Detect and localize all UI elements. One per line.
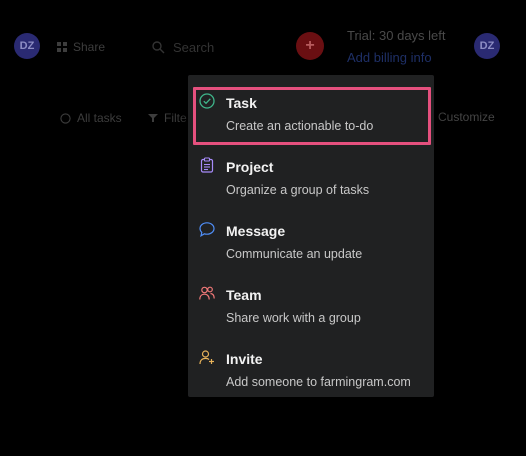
menu-item-description: Organize a group of tasks bbox=[226, 183, 370, 197]
share-label: Share bbox=[73, 40, 106, 54]
add-button[interactable]: + bbox=[296, 32, 324, 60]
user-avatar[interactable]: DZ bbox=[14, 33, 40, 59]
add-person-icon bbox=[199, 350, 214, 365]
menu-item-team[interactable]: Team Share work with a group bbox=[188, 273, 434, 337]
search-icon bbox=[152, 41, 165, 54]
menu-item-description: Add someone to farmingram.com bbox=[226, 375, 411, 389]
filter-label: Filte bbox=[164, 111, 187, 125]
create-menu: Task Create an actionable to-do Project … bbox=[188, 75, 434, 397]
clipboard-icon bbox=[200, 157, 214, 173]
chat-bubble-icon bbox=[199, 222, 215, 237]
filter-icon bbox=[148, 114, 158, 122]
menu-item-description: Create an actionable to-do bbox=[226, 119, 374, 133]
search-placeholder: Search bbox=[173, 40, 215, 55]
billing-link[interactable]: Add billing info bbox=[347, 50, 432, 65]
all-tasks-tab[interactable]: All tasks bbox=[60, 111, 122, 125]
check-circle-icon bbox=[60, 112, 71, 124]
app-window: DZ Share Search + Trial: 30 days left Ad… bbox=[0, 0, 526, 456]
menu-item-title: Message bbox=[226, 223, 286, 239]
customize-button[interactable]: Customize bbox=[438, 110, 495, 124]
menu-item-message[interactable]: Message Communicate an update bbox=[188, 209, 434, 273]
search-input[interactable]: Search bbox=[152, 40, 214, 55]
all-tasks-label: All tasks bbox=[77, 111, 122, 125]
menu-item-project[interactable]: Project Organize a group of tasks bbox=[188, 145, 434, 209]
menu-item-title: Team bbox=[226, 287, 262, 303]
menu-item-title: Invite bbox=[226, 351, 263, 367]
plus-icon: + bbox=[305, 37, 315, 54]
share-icon bbox=[57, 41, 67, 52]
menu-item-invite[interactable]: Invite Add someone to farmingram.com bbox=[188, 337, 434, 401]
profile-avatar[interactable]: DZ bbox=[474, 33, 500, 59]
menu-item-description: Share work with a group bbox=[226, 311, 361, 325]
filter-button[interactable]: Filte bbox=[148, 111, 187, 125]
trial-status: Trial: 30 days left bbox=[347, 28, 446, 43]
menu-item-title: Task bbox=[226, 95, 257, 111]
people-icon bbox=[199, 286, 215, 300]
share-button[interactable]: Share bbox=[57, 40, 105, 54]
check-circle-icon bbox=[199, 93, 215, 109]
menu-item-description: Communicate an update bbox=[226, 247, 363, 261]
menu-item-task[interactable]: Task Create an actionable to-do bbox=[188, 81, 434, 145]
menu-item-title: Project bbox=[226, 159, 274, 175]
